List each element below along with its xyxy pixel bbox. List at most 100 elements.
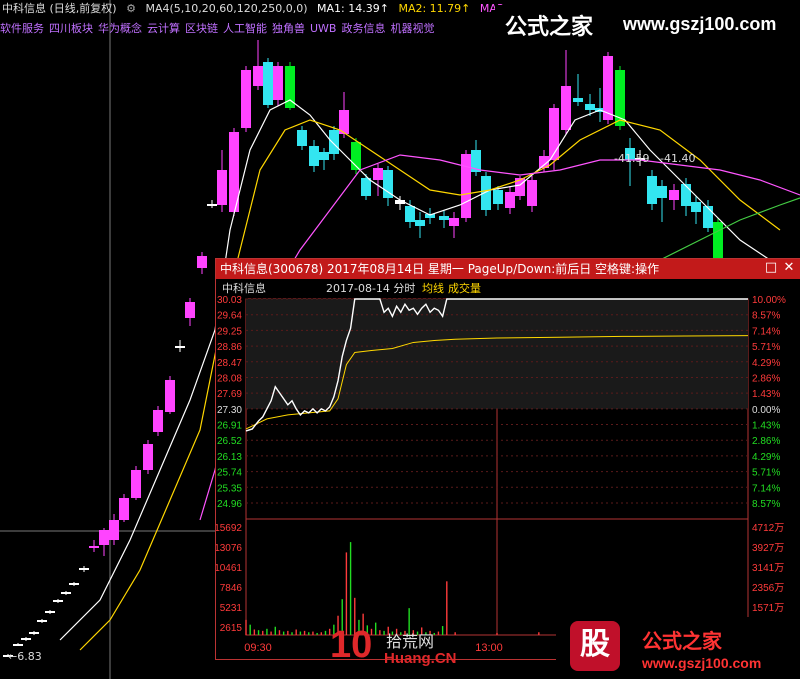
concept-tag[interactable]: 区块链 — [185, 22, 218, 35]
daily-candle — [13, 644, 23, 646]
concept-tag[interactable]: 软件服务 — [0, 22, 44, 35]
daily-candle — [647, 176, 657, 204]
ma1-value: MA1: 14.39↑ — [317, 2, 389, 15]
time-tick-label: 09:30 — [244, 642, 272, 654]
daily-candle — [61, 592, 71, 594]
watermark-mid-num: 10 — [330, 624, 373, 666]
daily-candle — [439, 216, 449, 220]
daily-candle — [361, 178, 371, 196]
concept-tag[interactable]: 四川板块 — [49, 22, 93, 35]
watermark-logo: 股 — [570, 621, 620, 671]
price-tick-label: 24.96 — [217, 499, 242, 510]
daily-candle — [153, 410, 163, 432]
time-tick-label: 13:00 — [475, 642, 503, 654]
daily-candle — [449, 218, 459, 226]
daily-candle — [561, 86, 571, 130]
pct-tick-label: 4.29% — [752, 358, 780, 369]
pct-tick-label: 5.71% — [752, 468, 780, 479]
concept-tag[interactable]: 机器视觉 — [390, 22, 434, 35]
daily-candle — [585, 104, 595, 110]
watermark-top-cn: 公式之家 — [505, 14, 594, 40]
gear-icon[interactable]: ⚙ — [126, 2, 136, 15]
daily-candle — [329, 130, 339, 154]
volume-tick-label: 10461 — [216, 563, 242, 574]
watermark-bottom-url: www.gszj100.com — [642, 655, 762, 671]
daily-candle — [29, 632, 39, 634]
concept-tag[interactable]: 政务信息 — [341, 22, 385, 35]
price-b-text: 41.40 — [663, 152, 696, 165]
volume-tick-label-right: 3927万 — [752, 543, 784, 554]
intraday-popup[interactable]: 中科信息(300678) 2017年08月14日 星期一 PageUp/Down… — [215, 258, 800, 660]
intraday-chart[interactable]: 30.03 10.00% 29.64 8.57% 29.25 7.14% 28.86 5.71… — [216, 259, 800, 659]
daily-candle — [53, 600, 63, 602]
daily-candle — [481, 176, 491, 210]
price-tick-label: 27.69 — [217, 389, 242, 400]
pct-tick-label: 4.29% — [752, 452, 780, 463]
daily-candle — [263, 62, 273, 105]
daily-candle — [253, 66, 263, 86]
watermark-bottom: 股 公式之家 www.gszj100.com — [556, 617, 800, 679]
price-tick-label: 27.30 — [217, 405, 242, 416]
price-tick-label: 29.64 — [217, 311, 242, 322]
pct-tick-label: 10.00% — [752, 295, 786, 306]
daily-candle — [69, 583, 79, 585]
volume-tick-label-right: 2356万 — [752, 583, 784, 594]
daily-candle — [207, 204, 217, 206]
price-tick-label: 26.13 — [217, 452, 242, 463]
price-tick-label: 30.03 — [217, 295, 242, 306]
daily-candle — [79, 568, 89, 570]
low-text: 6.83 — [17, 650, 42, 663]
daily-candle — [45, 611, 55, 613]
price-a-text: 41.59 — [617, 152, 650, 165]
price-annotation-a: -41.59 — [614, 152, 650, 165]
watermark-mid-line2: Huang.CN — [384, 650, 457, 667]
pct-tick-label: 2.86% — [752, 373, 780, 384]
concept-tag[interactable]: 人工智能 — [223, 22, 267, 35]
volume-tick-label: 7846 — [220, 583, 243, 594]
daily-candle — [703, 206, 713, 228]
concept-tag[interactable]: 华为概念 — [98, 22, 142, 35]
pct-tick-label: 1.43% — [752, 421, 780, 432]
daily-candle — [241, 70, 251, 128]
price-tick-label: 26.52 — [217, 436, 242, 447]
daily-candle — [691, 202, 701, 212]
daily-candle — [175, 346, 185, 348]
daily-candle — [669, 190, 679, 200]
pct-tick-label: 2.86% — [752, 436, 780, 447]
daily-candle — [505, 192, 515, 208]
ma2-value: MA2: 11.79↑ — [398, 2, 471, 15]
daily-candle — [573, 98, 583, 102]
pct-tick-label: 8.57% — [752, 499, 780, 510]
daily-candle — [309, 146, 319, 166]
daily-candle — [415, 220, 425, 226]
daily-candle — [99, 530, 109, 545]
daily-candle — [319, 152, 329, 160]
watermark-mid-line1: 拾荒网 — [386, 632, 435, 651]
concept-tag[interactable]: 独角兽 — [272, 22, 305, 35]
pct-tick-label: 5.71% — [752, 342, 780, 353]
price-tick-label: 25.74 — [217, 468, 242, 479]
daily-candle — [89, 546, 99, 548]
price-tick-label: 28.08 — [217, 373, 242, 384]
daily-title: 中科信息 (日线,前复权) — [2, 2, 117, 15]
watermark-top-url: www.gszj100.com — [623, 14, 777, 34]
concept-tag[interactable]: 云计算 — [147, 22, 180, 35]
pct-tick-label: 7.14% — [752, 326, 780, 337]
price-tick-label: 25.35 — [217, 483, 242, 494]
daily-candle — [549, 108, 559, 160]
watermark-top: 公式之家 www.gszj100.com — [495, 5, 800, 43]
pct-tick-label: 1.43% — [752, 389, 780, 400]
daily-candle — [119, 498, 129, 520]
volume-tick-label: 13076 — [216, 543, 242, 554]
daily-candle — [143, 444, 153, 470]
daily-candle — [185, 302, 195, 318]
daily-candle — [657, 186, 667, 198]
daily-candle — [373, 168, 383, 180]
daily-candle — [217, 170, 227, 205]
pct-tick-label: 0.00% — [752, 405, 780, 416]
concept-tag[interactable]: UWB — [310, 22, 336, 35]
volume-tick-label-right: 1571万 — [752, 603, 784, 614]
volume-tick-label: 5231 — [220, 603, 243, 614]
daily-candle — [273, 66, 283, 100]
daily-candle — [461, 154, 471, 218]
